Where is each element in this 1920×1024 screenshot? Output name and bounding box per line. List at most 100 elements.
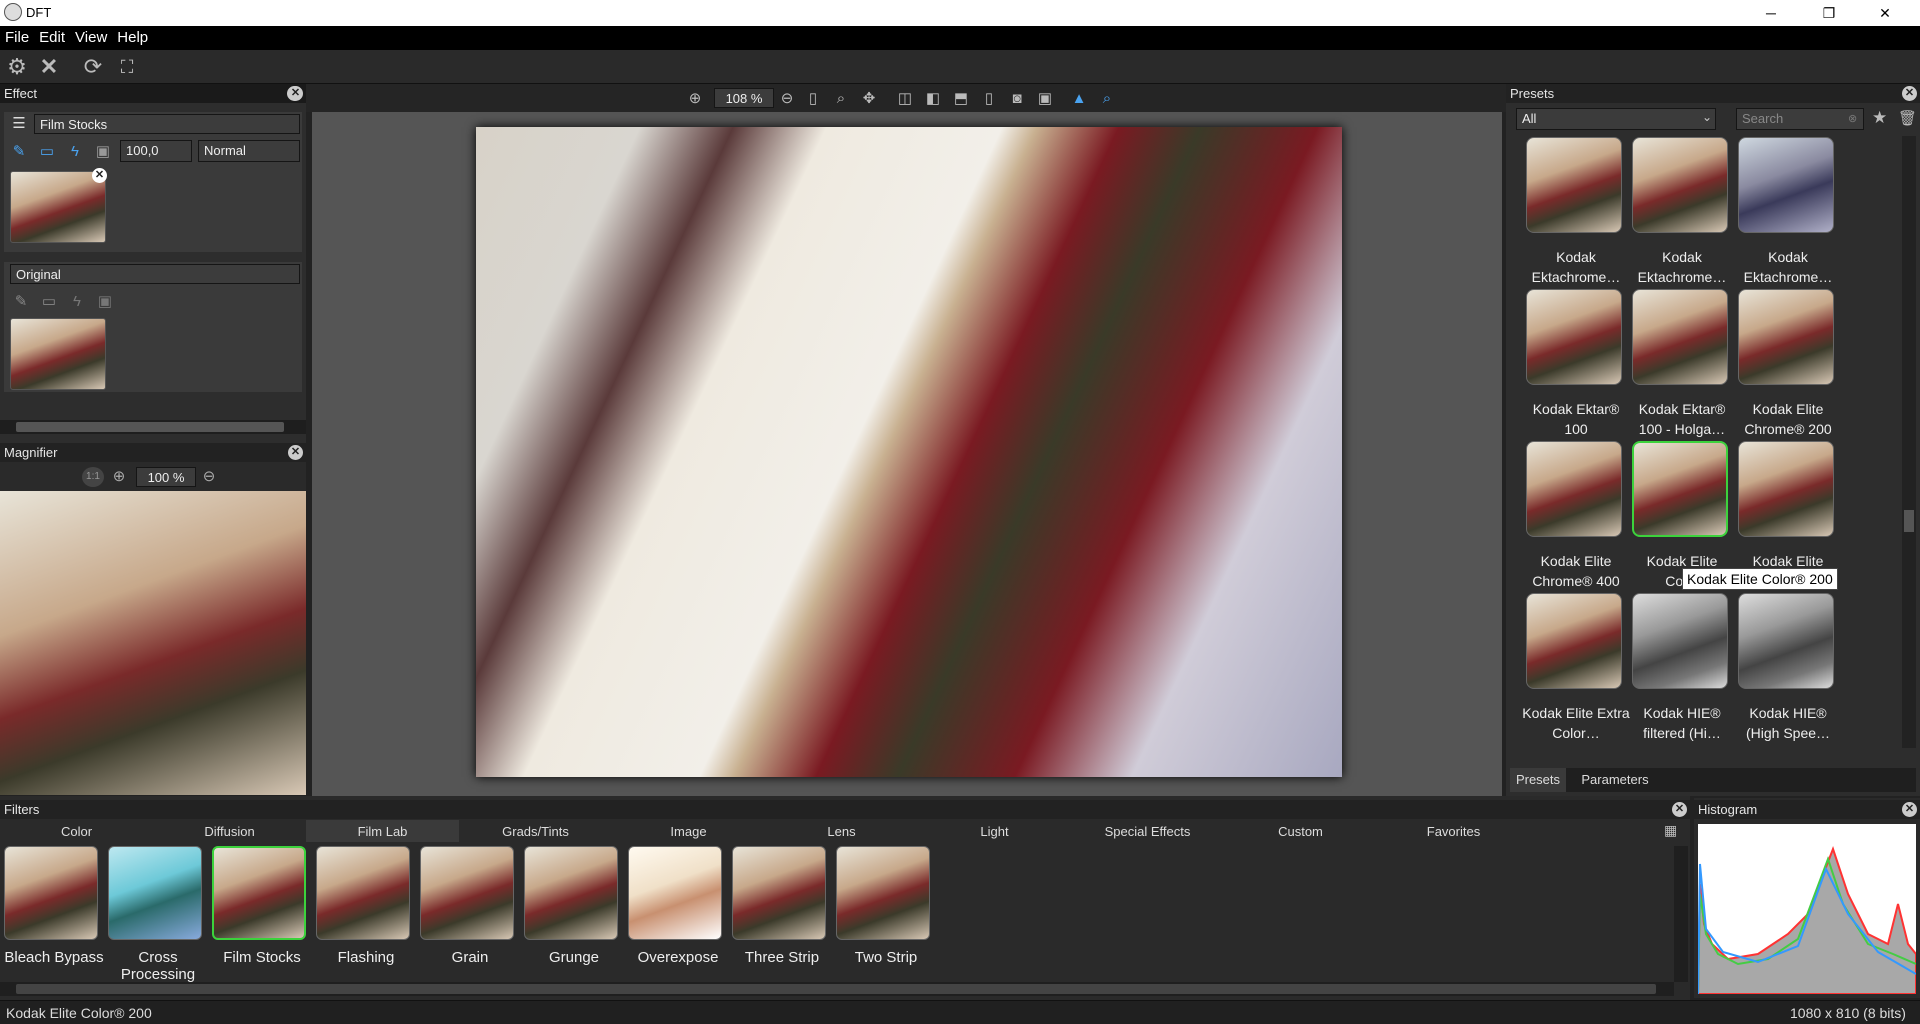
- filter-thumbnail[interactable]: [212, 846, 306, 940]
- filters-hscrollbar[interactable]: [0, 982, 1674, 996]
- image-compare-icon[interactable]: ▣: [1034, 87, 1056, 109]
- presets-scrollbar[interactable]: [1902, 136, 1916, 748]
- minimize-button[interactable]: ─: [1748, 0, 1794, 26]
- preset-item[interactable]: Kodak Ektar® 100 - Holga…: [1628, 289, 1728, 437]
- menu-help[interactable]: Help: [112, 26, 153, 46]
- menu-view[interactable]: View: [70, 26, 112, 46]
- preset-thumbnail[interactable]: [1526, 441, 1622, 537]
- magnifier-close-icon[interactable]: ✕: [288, 445, 303, 460]
- split-view-icon[interactable]: ◫: [894, 87, 916, 109]
- filter-thumbnail[interactable]: [316, 846, 410, 940]
- effect-panel-close-icon[interactable]: ✕: [288, 86, 303, 101]
- tab-lens[interactable]: Lens: [765, 820, 918, 842]
- one-to-one-button[interactable]: 1:1: [82, 467, 104, 487]
- histogram-close-icon[interactable]: ✕: [1902, 802, 1917, 817]
- opacity-field[interactable]: 100,0: [120, 140, 192, 162]
- filter-item[interactable]: Three Strip: [730, 846, 830, 980]
- scroll-thumb[interactable]: [16, 984, 1656, 994]
- tab-parameters[interactable]: Parameters: [1570, 768, 1660, 792]
- filter-item[interactable]: Cross Processing: [106, 846, 206, 983]
- original-layer[interactable]: Original ✎ ▭ ϟ ▣: [4, 262, 302, 392]
- menu-edit[interactable]: Edit: [34, 26, 70, 46]
- magnifier-preview[interactable]: [0, 491, 306, 795]
- preset-thumbnail[interactable]: [1526, 137, 1622, 233]
- original-thumbnail[interactable]: [10, 318, 106, 390]
- zoom-out-icon[interactable]: ⊖: [776, 87, 798, 109]
- filter-item[interactable]: Grain: [418, 846, 518, 980]
- effect-thumbnail[interactable]: [10, 171, 106, 243]
- star-icon[interactable]: ★: [1872, 108, 1887, 128]
- preset-item[interactable]: Kodak Elite: [1734, 441, 1834, 589]
- photo[interactable]: [476, 127, 1342, 777]
- filter-thumbnail[interactable]: [4, 846, 98, 940]
- preset-thumbnail[interactable]: [1738, 441, 1834, 537]
- filter-item[interactable]: Bleach Bypass: [2, 846, 104, 980]
- menu-file[interactable]: File: [0, 26, 34, 46]
- filters-close-icon[interactable]: ✕: [1672, 802, 1687, 817]
- blend-mode-select[interactable]: Normal: [198, 140, 300, 162]
- tab-grads-tints[interactable]: Grads/Tints: [459, 820, 612, 842]
- filter-item[interactable]: Grunge: [522, 846, 622, 980]
- preset-item[interactable]: Kodak Ektachrome…: [1734, 137, 1834, 285]
- tab-film-lab[interactable]: Film Lab: [306, 820, 459, 842]
- preset-item[interactable]: Kodak Ektar® 100: [1522, 289, 1622, 437]
- refresh-icon[interactable]: ⟳: [80, 54, 106, 80]
- fit-screen-icon[interactable]: ⛶: [114, 54, 140, 80]
- tab-color[interactable]: Color: [0, 820, 153, 842]
- image-canvas[interactable]: [312, 112, 1502, 796]
- histogram-toggle-icon[interactable]: ▲: [1068, 87, 1090, 109]
- tab-image[interactable]: Image: [612, 820, 765, 842]
- preset-item-selected[interactable]: Kodak Elite Color: [1628, 441, 1728, 589]
- preset-item[interactable]: Kodak Elite Chrome® 200: [1734, 289, 1834, 437]
- preset-item[interactable]: Kodak Ektachrome…: [1628, 137, 1728, 285]
- filter-thumbnail[interactable]: [836, 846, 930, 940]
- split-vertical-icon[interactable]: ⬒: [950, 87, 972, 109]
- preset-thumbnail[interactable]: [1526, 593, 1622, 689]
- loupe-icon[interactable]: ⌕: [1096, 87, 1118, 109]
- effect-layer[interactable]: ☰ Film Stocks ✎ ▭ ϟ ▣ 100,0 Normal ✕: [4, 112, 302, 252]
- effect-layer-name[interactable]: Film Stocks: [34, 114, 300, 134]
- scroll-thumb[interactable]: [1904, 510, 1914, 532]
- chevron-down-icon[interactable]: ⌄: [1702, 110, 1712, 124]
- zoom-in-icon[interactable]: ⊕: [108, 465, 130, 487]
- magnifier-zoom-field[interactable]: 100 %: [136, 467, 196, 487]
- tab-light[interactable]: Light: [918, 820, 1071, 842]
- filter-item[interactable]: Two Strip: [834, 846, 934, 980]
- close-icon[interactable]: ✕: [36, 54, 62, 80]
- split-horizontal-icon[interactable]: ◧: [922, 87, 944, 109]
- tab-favorites[interactable]: Favorites: [1377, 820, 1530, 842]
- single-view-icon[interactable]: ▯: [978, 87, 1000, 109]
- preset-category-select[interactable]: All: [1516, 108, 1716, 130]
- tab-presets[interactable]: Presets: [1510, 768, 1566, 792]
- tab-custom[interactable]: Custom: [1224, 820, 1377, 842]
- camera-icon[interactable]: ◙: [1006, 87, 1028, 109]
- clear-search-icon[interactable]: ⊗: [1848, 112, 1857, 125]
- zoom-in-icon[interactable]: ⊕: [684, 87, 706, 109]
- preset-thumbnail[interactable]: [1738, 137, 1834, 233]
- preset-thumbnail[interactable]: [1632, 593, 1728, 689]
- preset-thumbnail[interactable]: [1738, 289, 1834, 385]
- grid-view-icon[interactable]: ▦: [1664, 822, 1677, 839]
- pan-icon[interactable]: ✥: [858, 87, 880, 109]
- gear-icon[interactable]: ⚙: [4, 54, 30, 80]
- preset-thumbnail[interactable]: [1632, 137, 1728, 233]
- edit-icon[interactable]: ✎: [8, 140, 30, 162]
- filter-thumbnail[interactable]: [524, 846, 618, 940]
- preset-item[interactable]: Kodak Ektachrome…: [1522, 137, 1622, 285]
- preset-thumbnail[interactable]: [1632, 289, 1728, 385]
- effect-scrollbar[interactable]: [0, 420, 306, 434]
- preset-item[interactable]: Kodak HIE® (High Spee…: [1734, 593, 1834, 741]
- preset-thumbnail[interactable]: [1526, 289, 1622, 385]
- preset-item[interactable]: Kodak Elite Chrome® 400: [1522, 441, 1622, 589]
- lightning-icon[interactable]: ϟ: [64, 140, 86, 162]
- restore-button[interactable]: ❐: [1806, 0, 1852, 26]
- scroll-thumb[interactable]: [16, 422, 284, 432]
- tab-diffusion[interactable]: Diffusion: [153, 820, 306, 842]
- filter-thumbnail[interactable]: [628, 846, 722, 940]
- zoom-out-icon[interactable]: ⊖: [198, 465, 220, 487]
- close-window-button[interactable]: ✕: [1862, 0, 1908, 26]
- tab-special-effects[interactable]: Special Effects: [1071, 820, 1224, 842]
- preset-search-input[interactable]: Search: [1736, 108, 1864, 130]
- magnify-icon[interactable]: ⌕: [830, 87, 852, 109]
- presets-close-icon[interactable]: ✕: [1902, 86, 1917, 101]
